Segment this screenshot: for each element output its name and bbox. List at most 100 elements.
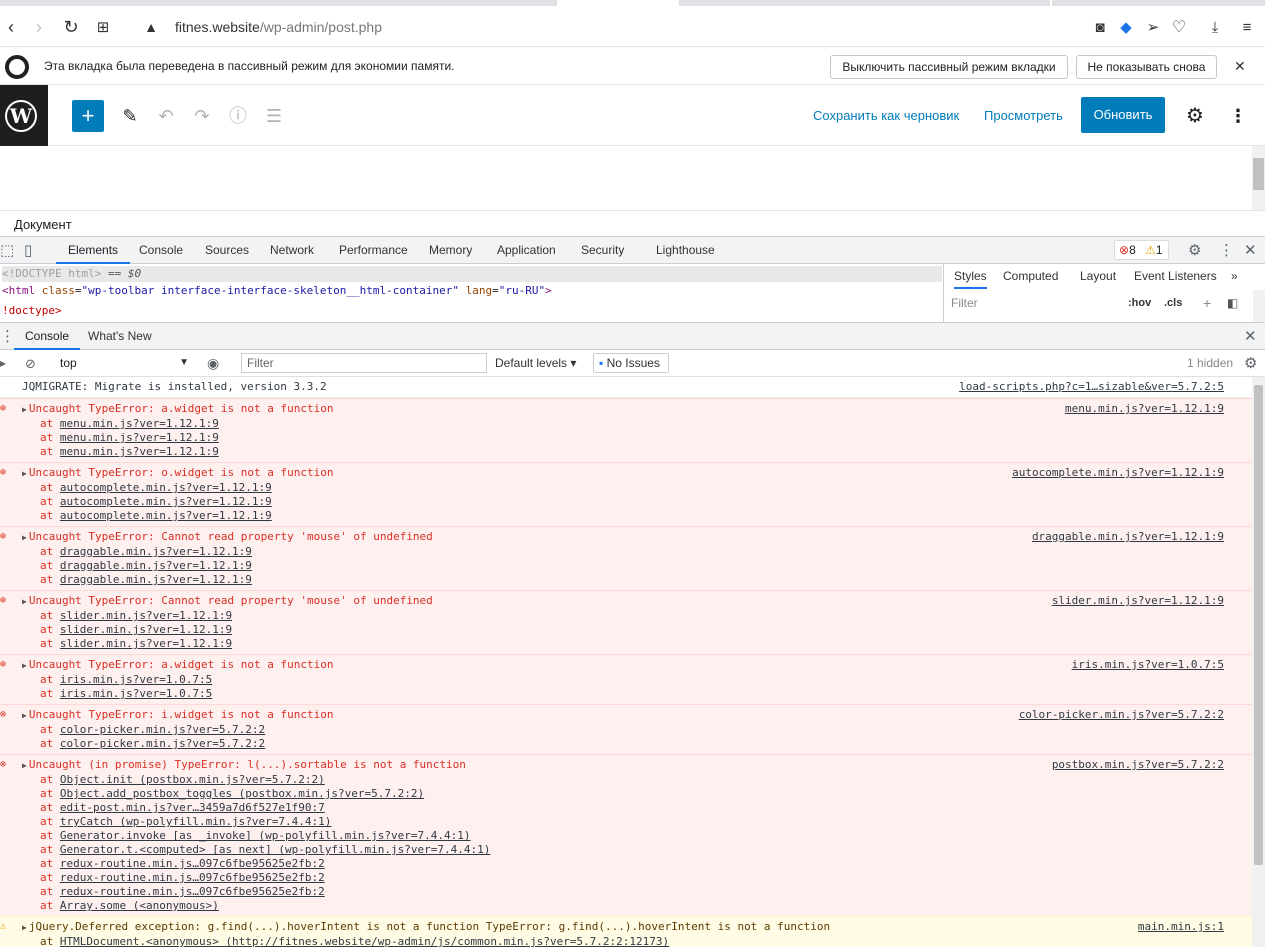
expand-triangle-icon[interactable]: ▶ (22, 405, 27, 414)
stack-frame[interactable]: at draggable.min.js?ver=1.12.1:9 (22, 559, 1252, 573)
tab-sources[interactable]: Sources (205, 237, 249, 264)
stack-frame[interactable]: at redux-routine.min.js…097c6fbe95625e2f… (22, 857, 1252, 871)
url-field[interactable]: fitnes.website/wp-admin/post.php (175, 8, 382, 47)
console-source-link[interactable]: color-picker.min.js?ver=5.7.2:2 (1019, 708, 1224, 722)
console-message-info[interactable]: JQMIGRATE: Migrate is installed, version… (0, 377, 1252, 398)
console-source-link[interactable]: draggable.min.js?ver=1.12.1:9 (1032, 530, 1224, 544)
close-icon[interactable]: ✕ (1234, 48, 1246, 85)
stack-frame[interactable]: at autocomplete.min.js?ver=1.12.1:9 (22, 481, 1252, 495)
log-levels-dropdown[interactable]: Default levels ▾ (495, 350, 576, 377)
stack-frame[interactable]: at iris.min.js?ver=1.0.7:5 (22, 673, 1252, 687)
console-settings-icon[interactable]: ⚙ (1244, 350, 1257, 377)
stack-frame[interactable]: at tryCatch (wp-polyfill.min.js?ver=7.4.… (22, 815, 1252, 829)
more-options-icon[interactable]: ⋮ (1229, 100, 1247, 132)
shield-icon[interactable]: ◆ (1115, 8, 1137, 47)
issues-counter[interactable]: ⊗8 ⚠1 (1114, 240, 1169, 260)
expand-triangle-icon[interactable]: ▶ (22, 597, 27, 606)
device-toolbar-icon[interactable]: ▯ (24, 237, 32, 264)
class-toggle[interactable]: .cls (1164, 292, 1182, 314)
browser-tab[interactable] (679, 0, 1050, 6)
stack-frame[interactable]: at autocomplete.min.js?ver=1.12.1:9 (22, 495, 1252, 509)
drawer-close-icon[interactable]: ✕ (1244, 323, 1257, 350)
wp-editor-content[interactable] (0, 146, 1265, 210)
tab-computed[interactable]: Computed (1003, 264, 1058, 289)
reload-icon[interactable]: ↻ (60, 8, 82, 47)
tab-layout[interactable]: Layout (1080, 264, 1116, 289)
stack-frame[interactable]: at menu.min.js?ver=1.12.1:9 (22, 431, 1252, 445)
tab-lighthouse[interactable]: Lighthouse (656, 237, 715, 264)
console-source-link[interactable]: main.min.js:1 (1138, 920, 1224, 934)
breadcrumb-document[interactable]: Документ (14, 217, 72, 232)
context-select[interactable]: top ▼ (55, 353, 193, 373)
warning-icon[interactable]: ▲ (140, 8, 162, 47)
expand-triangle-icon[interactable]: ▶ (22, 711, 27, 720)
stack-frame[interactable]: at draggable.min.js?ver=1.12.1:9 (22, 573, 1252, 587)
stack-frame[interactable]: at HTMLDocument.<anonymous> (http://fitn… (22, 935, 1252, 947)
tab-console[interactable]: Console (139, 237, 183, 264)
dom-node-html[interactable]: <html class="wp-toolbar interface-interf… (2, 283, 552, 299)
expand-triangle-icon[interactable]: ▶ (22, 923, 27, 932)
console-message-error[interactable]: ⊗ ▶ Uncaught TypeError: Cannot read proper… (0, 526, 1252, 590)
expand-triangle-icon[interactable]: ▶ (22, 761, 27, 770)
console-message-error[interactable]: ⊗ ▶ Uncaught TypeError: Cannot read proper… (0, 590, 1252, 654)
devtools-close-icon[interactable]: ✕ (1244, 237, 1257, 264)
stack-frame[interactable]: at iris.min.js?ver=1.0.7:5 (22, 687, 1252, 701)
console-message-error[interactable]: ⊗ ▶ Uncaught TypeError: a.widget is not a … (0, 654, 1252, 704)
browser-tab[interactable] (1052, 0, 1265, 6)
dom-node-doctype[interactable]: <!DOCTYPE html> == $0 (2, 266, 942, 282)
console-filter-input[interactable]: Filter (241, 353, 487, 373)
expand-triangle-icon[interactable]: ▶ (22, 661, 27, 670)
stack-frame[interactable]: at slider.min.js?ver=1.12.1:9 (22, 637, 1252, 651)
preview-button[interactable]: Просмотреть (984, 100, 1063, 132)
tab-elements[interactable]: Elements (56, 237, 131, 264)
speed-dial-icon[interactable]: ⊞ (92, 8, 114, 47)
console-source-link[interactable]: autocomplete.min.js?ver=1.12.1:9 (1012, 466, 1224, 480)
stack-frame[interactable]: at Object.init (postbox.min.js?ver=5.7.2… (22, 773, 1252, 787)
devtools-settings-icon[interactable]: ⚙ (1188, 237, 1201, 264)
stack-frame[interactable]: at color-picker.min.js?ver=5.7.2:2 (22, 737, 1252, 751)
tab-event-listeners[interactable]: Event Listeners (1134, 264, 1217, 289)
menu-icon[interactable]: ≡ (1236, 8, 1258, 47)
editor-scrollbar[interactable] (1252, 146, 1265, 210)
tab-memory[interactable]: Memory (429, 237, 472, 264)
stack-frame[interactable]: at Object.add_postbox_toggles (postbox.m… (22, 787, 1252, 801)
new-rule-icon[interactable]: + (1203, 292, 1211, 314)
stack-frame[interactable]: at autocomplete.min.js?ver=1.12.1:9 (22, 509, 1252, 523)
stack-frame[interactable]: at edit-post.min.js?ver…3459a7d6f527e1f9… (22, 801, 1252, 815)
console-source-link[interactable]: postbox.min.js?ver=5.7.2:2 (1052, 758, 1224, 772)
back-icon[interactable]: ‹ (0, 8, 22, 47)
stack-frame[interactable]: at draggable.min.js?ver=1.12.1:9 (22, 545, 1252, 559)
hover-state-toggle[interactable]: :hov (1128, 292, 1151, 314)
tab-security[interactable]: Security (581, 237, 624, 264)
dont-show-again-button[interactable]: Не показывать снова (1076, 55, 1217, 79)
download-icon[interactable]: ⤓ (1204, 8, 1226, 47)
drawer-tab-console[interactable]: Console (14, 323, 81, 350)
expand-triangle-icon[interactable]: ▶ (22, 533, 27, 542)
heart-icon[interactable]: ♡ (1168, 8, 1190, 47)
clear-console-icon[interactable]: ⊘ (25, 350, 36, 377)
tab-styles[interactable]: Styles (954, 264, 987, 289)
console-source-link[interactable]: menu.min.js?ver=1.12.1:9 (1065, 402, 1224, 416)
live-expression-eye-icon[interactable]: ◉ (207, 350, 219, 377)
drawer-menu-icon[interactable]: ⋮ (0, 323, 15, 350)
devtools-menu-icon[interactable]: ⋮ (1219, 237, 1234, 264)
console-message-error[interactable]: ⊗ ▶ Uncaught TypeError: a.widget is not a … (0, 398, 1252, 462)
console-source-link[interactable]: slider.min.js?ver=1.12.1:9 (1052, 594, 1224, 608)
wordpress-logo-icon[interactable]: W (0, 85, 48, 146)
console-message-error[interactable]: ⊗ ▶ Uncaught (in promise) TypeError: l(...… (0, 754, 1252, 916)
stack-frame[interactable]: at Array.some (<anonymous>) (22, 899, 1252, 913)
stack-frame[interactable]: at slider.min.js?ver=1.12.1:9 (22, 609, 1252, 623)
console-message-error[interactable]: ⊗ ▶ Uncaught TypeError: o.widget is not a … (0, 462, 1252, 526)
send-icon[interactable]: ➢ (1142, 8, 1164, 47)
show-sidebar-icon[interactable]: ▸ (0, 350, 6, 377)
stack-frame[interactable]: at Generator.t.<computed> [as next] (wp-… (22, 843, 1252, 857)
console-message-warn[interactable]: ⚠ ▶ jQuery.Deferred exception: g.find(...)… (0, 916, 1252, 947)
stack-frame[interactable]: at menu.min.js?ver=1.12.1:9 (22, 417, 1252, 431)
console-source-link[interactable]: iris.min.js?ver=1.0.7:5 (1072, 658, 1224, 672)
settings-gear-icon[interactable]: ⚙ (1186, 100, 1204, 132)
list-view-icon[interactable]: ☰ (262, 100, 286, 132)
tab-application[interactable]: Application (497, 237, 556, 264)
issues-button[interactable]: ▪ No Issues (593, 353, 669, 373)
info-icon[interactable]: ⓘ (226, 100, 250, 132)
stack-frame[interactable]: at color-picker.min.js?ver=5.7.2:2 (22, 723, 1252, 737)
